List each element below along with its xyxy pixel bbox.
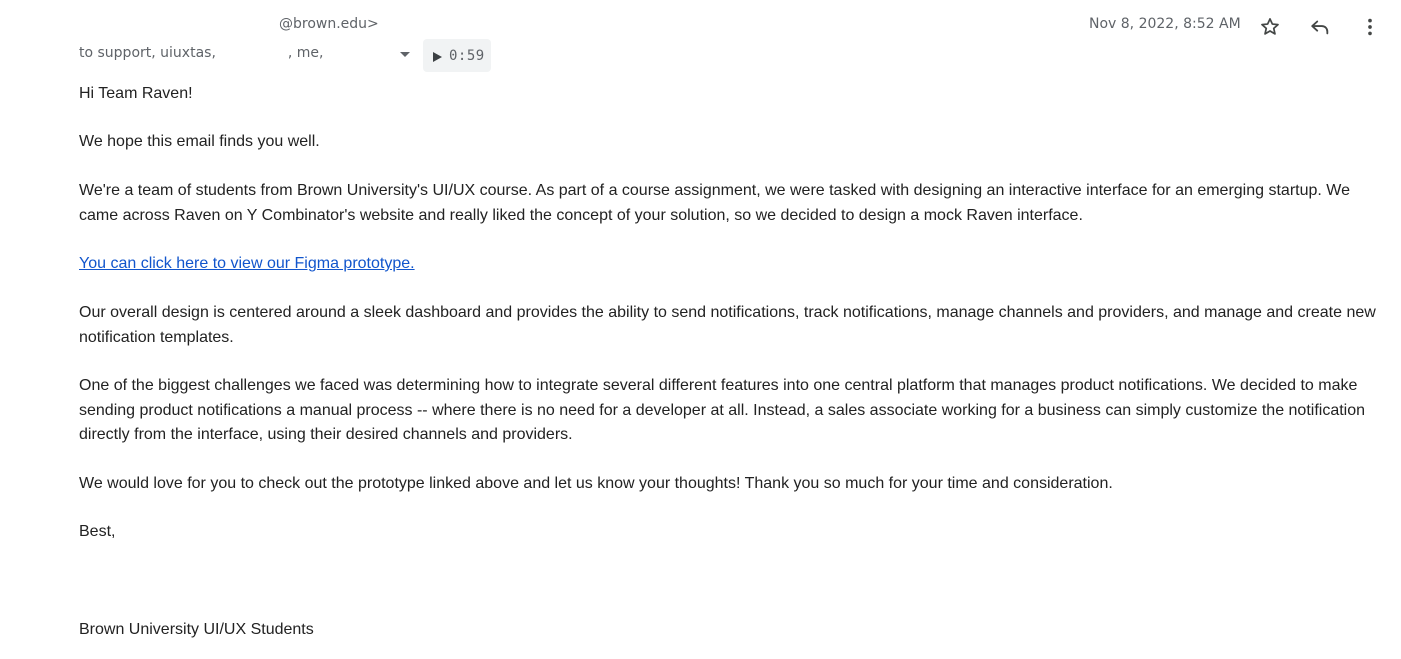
sender-email: @brown.edu> bbox=[279, 16, 379, 32]
audio-player[interactable]: 0:59 bbox=[423, 39, 491, 72]
play-icon[interactable] bbox=[431, 50, 443, 62]
figma-paragraph: You can click here to view our Figma pro… bbox=[79, 252, 1389, 277]
show-details-button[interactable] bbox=[398, 50, 412, 60]
dropdown-arrow-icon bbox=[400, 52, 410, 57]
more-options-button[interactable] bbox=[1354, 11, 1386, 43]
paragraph-intro: We're a team of students from Brown Univ… bbox=[79, 182, 1350, 224]
recipients-middle: , me, bbox=[287, 45, 324, 61]
paragraph-design: Our overall design is centered around a … bbox=[79, 304, 1376, 346]
signature: Brown University UI/UX Students bbox=[79, 621, 314, 638]
audio-duration: 0:59 bbox=[449, 47, 485, 64]
more-vert-icon bbox=[1368, 18, 1372, 36]
star-icon bbox=[1261, 18, 1279, 35]
paragraph-hope: We hope this email finds you well. bbox=[79, 133, 320, 150]
recipients-line: to support, uiuxtas, , me, bbox=[79, 45, 408, 61]
recipients-prefix: to support, uiuxtas, bbox=[79, 45, 216, 61]
figma-prototype-link[interactable]: You can click here to view our Figma pro… bbox=[79, 255, 415, 272]
star-button[interactable] bbox=[1254, 11, 1286, 43]
email-date: Nov 8, 2022, 8:52 AM bbox=[1089, 16, 1241, 32]
reply-icon bbox=[1311, 20, 1329, 35]
greeting: Hi Team Raven! bbox=[79, 85, 193, 102]
paragraph-challenge: One of the biggest challenges we faced w… bbox=[79, 377, 1366, 443]
reply-button[interactable] bbox=[1304, 11, 1336, 43]
paragraph-request: We would love for you to check out the p… bbox=[79, 475, 1113, 492]
closing: Best, bbox=[79, 523, 116, 540]
